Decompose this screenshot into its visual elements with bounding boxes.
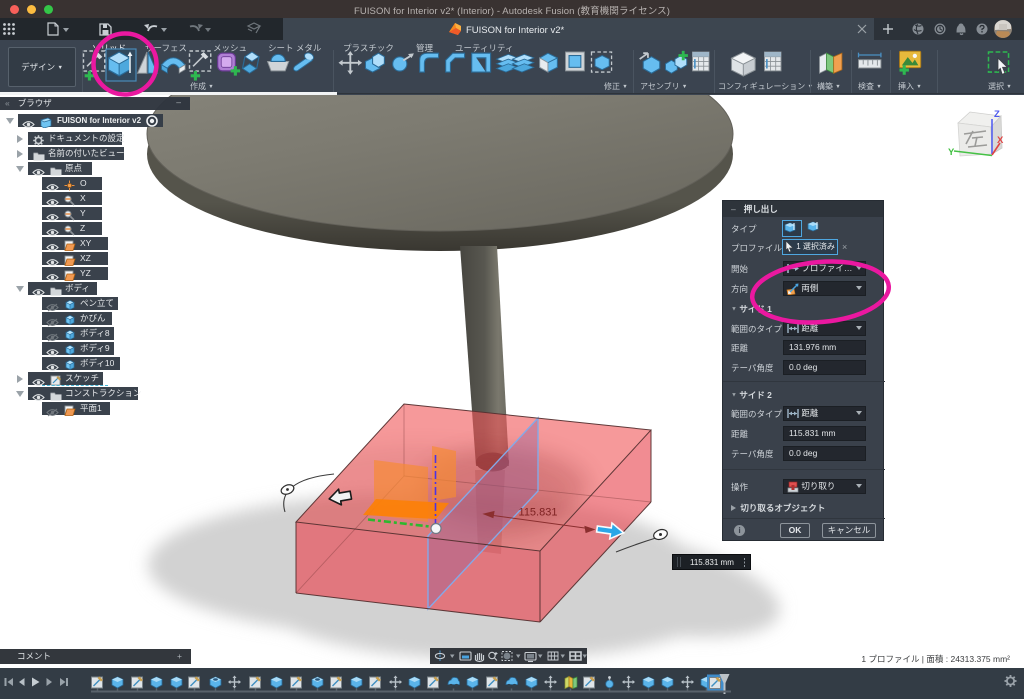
svg-text:Z: Z — [994, 109, 1000, 120]
svg-text:Y: Y — [948, 147, 955, 158]
svg-text:115.831: 115.831 — [519, 507, 558, 519]
svg-text:FUISON for Interior v2*: FUISON for Interior v2* — [466, 25, 564, 36]
svg-text:X: X — [997, 135, 1004, 146]
